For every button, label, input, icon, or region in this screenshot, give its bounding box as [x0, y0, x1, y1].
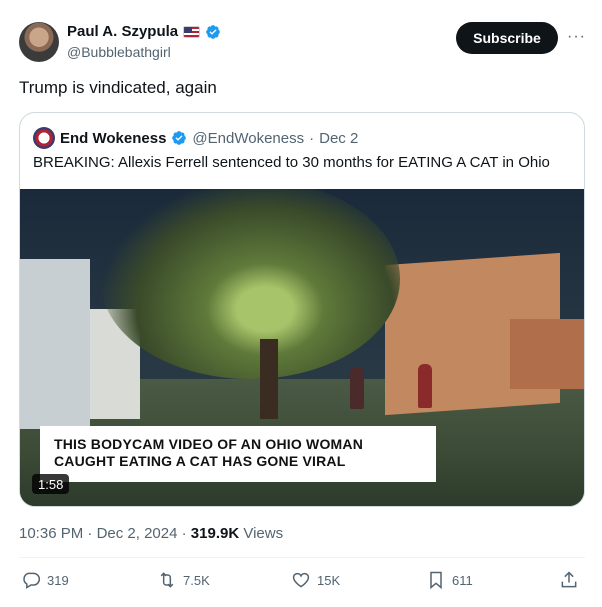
action-bar: 319 7.5K 15K 611 [19, 570, 585, 596]
separator-dot: · [309, 129, 315, 147]
verified-badge-icon [206, 24, 220, 39]
share-button[interactable] [559, 570, 579, 590]
repost-count: 7.5K [183, 572, 210, 588]
video-caption-line: THIS BODYCAM VIDEO OF AN OHIO WOMAN [54, 436, 364, 452]
repost-icon [160, 572, 174, 588]
views-count: 319.9K [190, 525, 240, 542]
divider [19, 557, 585, 558]
video-frame-tree-trunk [260, 339, 278, 419]
separator-dot: · [87, 525, 97, 542]
author-name-row: Paul A. Szypula [67, 23, 221, 40]
quoted-tweet[interactable]: End Wokeness @EndWokeness · Dec 2 BREAKI… [19, 112, 585, 507]
separator-dot: · [181, 525, 191, 542]
video-frame-person [350, 367, 364, 409]
us-flag-icon [183, 25, 201, 38]
author-name[interactable]: Paul A. Szypula [67, 23, 178, 40]
video-frame-house [510, 319, 584, 389]
subscribe-button[interactable]: Subscribe [456, 22, 558, 54]
tweet-text: Trump is vindicated, again [19, 78, 217, 97]
reply-button[interactable]: 319 [21, 570, 69, 590]
like-count: 15K [317, 572, 341, 588]
like-button[interactable]: 15K [291, 570, 340, 590]
quoted-tweet-header: End Wokeness @EndWokeness · Dec 2 [33, 127, 358, 149]
verified-badge-icon [172, 131, 187, 145]
views-label: Views [243, 525, 284, 542]
tweet-time: 10:36 PM [19, 525, 84, 542]
bookmark-count: 611 [452, 572, 473, 588]
heart-icon [292, 572, 310, 588]
repost-button[interactable]: 7.5K [157, 570, 210, 590]
video-player[interactable]: THIS BODYCAM VIDEO OF AN OHIO WOMAN CAUG… [20, 189, 584, 506]
tweet-date: Dec 2, 2024 [96, 525, 178, 542]
video-caption: THIS BODYCAM VIDEO OF AN OHIO WOMAN CAUG… [40, 426, 436, 482]
video-duration: 1:58 [32, 474, 70, 494]
bookmark-icon [430, 571, 442, 590]
video-frame-house [20, 259, 90, 429]
avatar[interactable] [19, 22, 59, 62]
reply-count: 319 [47, 572, 69, 588]
author-handle[interactable]: @Bubblebathgirl [67, 44, 171, 60]
bookmark-button[interactable]: 611 [426, 570, 473, 590]
quoted-author-handle: @EndWokeness [192, 129, 305, 147]
quoted-author-name: End Wokeness [60, 129, 167, 147]
video-caption-line: CAUGHT EATING A CAT HAS GONE VIRAL [54, 453, 346, 469]
share-icon [561, 571, 577, 588]
video-frame-person [418, 364, 432, 408]
quoted-avatar[interactable] [33, 127, 55, 149]
quoted-tweet-text: BREAKING: Allexis Ferrell sentenced to 3… [33, 154, 550, 171]
more-options-icon[interactable]: ··· [567, 28, 586, 46]
tweet-timestamp[interactable]: 10:36 PM · Dec 2, 2024 · 319.9K Views [19, 525, 283, 542]
quoted-date: Dec 2 [319, 129, 359, 147]
reply-icon [23, 572, 41, 589]
